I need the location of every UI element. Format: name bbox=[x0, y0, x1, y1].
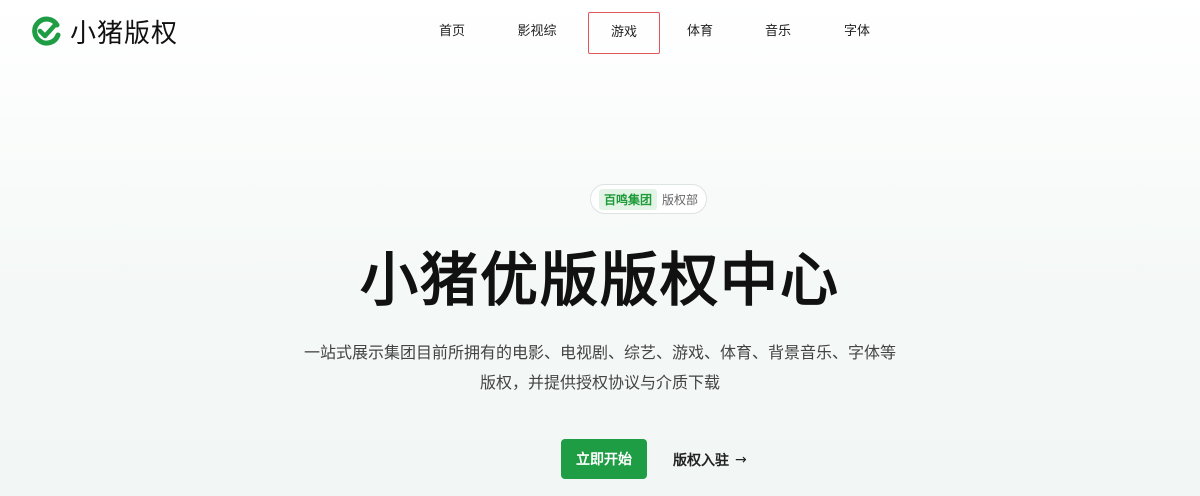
hero-description: 一站式展示集团目前所拥有的电影、电视剧、综艺、游戏、体育、背景音乐、字体等 版权… bbox=[300, 338, 900, 398]
badge-text: 版权部 bbox=[662, 192, 699, 207]
hero-badge: 百鸣集团 版权部 bbox=[590, 184, 708, 214]
logo-text: 小猪版权 bbox=[70, 18, 179, 49]
nav-item-sports[interactable]: 体育 bbox=[660, 12, 740, 54]
nav-item-film-tv[interactable]: 影视综 bbox=[494, 12, 580, 54]
page: 小猪版权 首页 影视综 游戏 体育 音乐 字体 百鸣集团 版权部 小猪优版版权中… bbox=[0, 0, 1200, 496]
nav-item-music[interactable]: 音乐 bbox=[740, 12, 816, 54]
arrow-right-icon: → bbox=[735, 452, 747, 468]
nav-item-fonts[interactable]: 字体 bbox=[816, 12, 898, 54]
hero-description-line-2: 版权，并提供授权协议与介质下载 bbox=[479, 373, 720, 392]
nav-item-home[interactable]: 首页 bbox=[410, 12, 494, 54]
hero-description-line-1: 一站式展示集团目前所拥有的电影、电视剧、综艺、游戏、体育、背景音乐、字体等 bbox=[303, 343, 896, 362]
hero-title: 小猪优版版权中心 bbox=[359, 246, 840, 314]
logo[interactable]: 小猪版权 bbox=[30, 14, 179, 49]
copyright-join-link[interactable]: 版权入驻 → bbox=[673, 449, 747, 471]
badge-tag: 百鸣集团 bbox=[599, 188, 658, 210]
copyright-join-label: 版权入驻 bbox=[673, 453, 729, 469]
nav-item-games[interactable]: 游戏 bbox=[588, 12, 660, 54]
check-circle-icon bbox=[30, 15, 62, 47]
header: 小猪版权 首页 影视综 游戏 体育 音乐 字体 bbox=[0, 0, 1200, 62]
main-nav: 首页 影视综 游戏 体育 音乐 字体 bbox=[410, 12, 898, 54]
start-button[interactable]: 立即开始 bbox=[561, 439, 647, 479]
